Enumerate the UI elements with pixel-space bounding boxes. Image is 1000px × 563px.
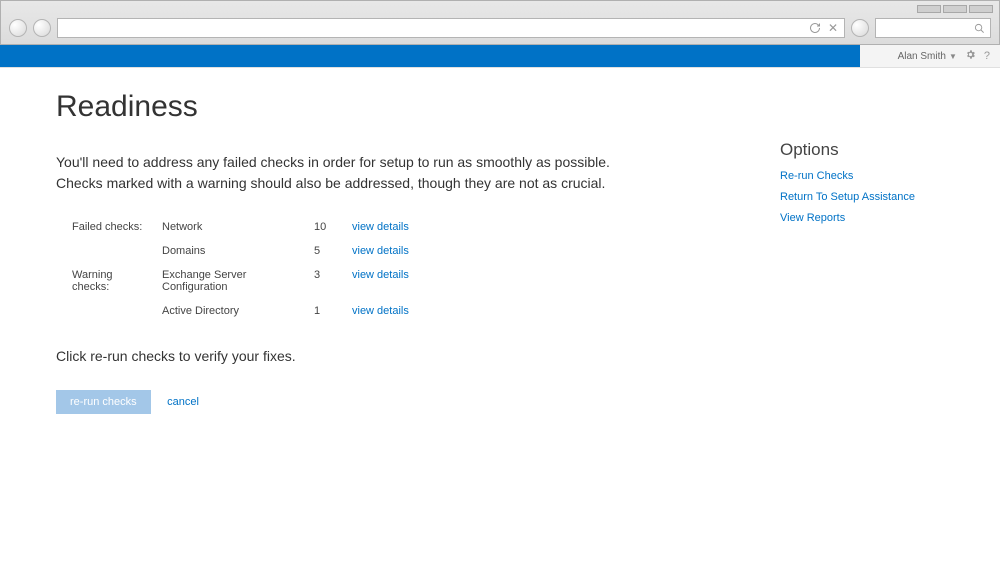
gear-icon[interactable] — [965, 49, 976, 63]
sidebar-link-reports[interactable]: View Reports — [780, 212, 960, 224]
search-icon[interactable] — [972, 21, 986, 35]
intro-line-1: You'll need to address any failed checks… — [56, 154, 610, 170]
browser-toolbar: ✕ — [3, 15, 997, 42]
page-body: Readiness You'll need to address any fai… — [0, 68, 1000, 434]
action-row: re-run checks cancel — [56, 390, 740, 414]
window-titlebar — [3, 3, 997, 15]
nav-back-button[interactable] — [9, 19, 27, 37]
intro-line-2: Checks marked with a warning should also… — [56, 175, 605, 191]
main-column: Readiness You'll need to address any fai… — [56, 90, 780, 414]
check-name: Active Directory — [162, 300, 312, 322]
window-maximize-button[interactable] — [943, 5, 967, 13]
sidebar: Options Re-run Checks Return To Setup As… — [780, 90, 960, 414]
view-details-link[interactable]: view details — [352, 305, 409, 317]
brand-ribbon — [0, 45, 860, 67]
table-row: Domains 5 view details — [72, 240, 425, 262]
row-category-label: Failed checks: — [72, 216, 160, 238]
stop-icon[interactable]: ✕ — [826, 21, 840, 35]
check-name: Domains — [162, 240, 312, 262]
top-ribbon: Alan Smith ▼ ? — [0, 45, 1000, 68]
window-minimize-button[interactable] — [917, 5, 941, 13]
check-count: 1 — [314, 300, 350, 322]
search-box[interactable] — [875, 18, 991, 38]
check-count: 10 — [314, 216, 350, 238]
user-bar: Alan Smith ▼ ? — [860, 45, 1000, 67]
url-bar[interactable]: ✕ — [57, 18, 845, 38]
intro-text: You'll need to address any failed checks… — [56, 152, 740, 194]
check-count: 3 — [314, 264, 350, 298]
check-count: 5 — [314, 240, 350, 262]
sidebar-heading: Options — [780, 140, 960, 160]
checks-table: Failed checks: Network 10 view details D… — [70, 214, 427, 324]
user-menu[interactable]: Alan Smith ▼ — [898, 51, 957, 62]
cancel-link[interactable]: cancel — [167, 396, 199, 408]
check-name: Exchange Server Configuration — [162, 264, 312, 298]
help-icon[interactable]: ? — [984, 50, 990, 62]
compat-button[interactable] — [851, 19, 869, 37]
view-details-link[interactable]: view details — [352, 269, 409, 281]
page-title: Readiness — [56, 90, 740, 124]
user-name-label: Alan Smith — [898, 51, 946, 62]
sidebar-link-rerun[interactable]: Re-run Checks — [780, 170, 960, 182]
check-name: Network — [162, 216, 312, 238]
view-details-link[interactable]: view details — [352, 221, 409, 233]
table-row: Warning checks: Exchange Server Configur… — [72, 264, 425, 298]
rerun-checks-button[interactable]: re-run checks — [56, 390, 151, 414]
refresh-icon[interactable] — [808, 21, 822, 35]
table-row: Failed checks: Network 10 view details — [72, 216, 425, 238]
chevron-down-icon: ▼ — [949, 52, 957, 61]
window-close-button[interactable] — [969, 5, 993, 13]
footer-instruction: Click re-run checks to verify your fixes… — [56, 348, 740, 364]
table-row: Active Directory 1 view details — [72, 300, 425, 322]
view-details-link[interactable]: view details — [352, 245, 409, 257]
row-category-label: Warning checks: — [72, 264, 160, 298]
nav-forward-button[interactable] — [33, 19, 51, 37]
sidebar-link-return[interactable]: Return To Setup Assistance — [780, 191, 960, 203]
browser-chrome: ✕ — [0, 0, 1000, 45]
